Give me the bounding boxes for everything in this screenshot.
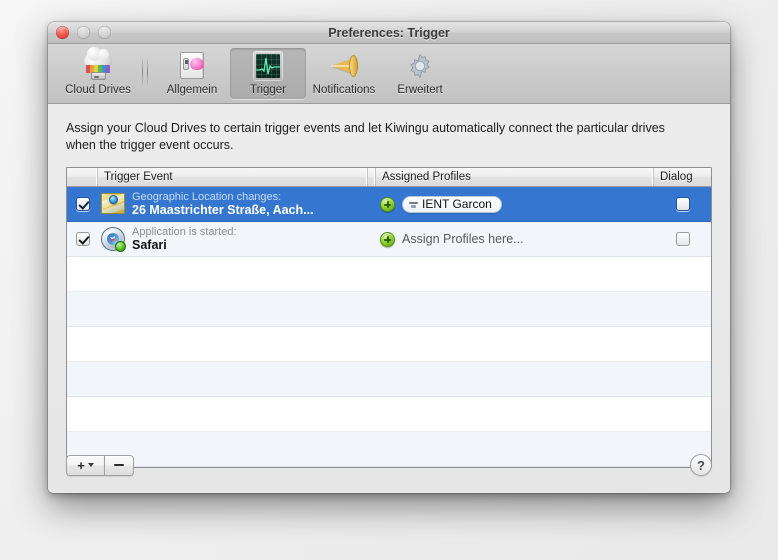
enabled-checkbox[interactable] <box>75 232 90 246</box>
add-profile-button[interactable] <box>380 231 395 247</box>
add-profile-button[interactable] <box>380 196 395 212</box>
add-trigger-label: + <box>77 457 85 473</box>
add-remove-segmented-control: + <box>66 454 134 476</box>
profiles-placeholder: Assign Profiles here... <box>402 232 524 246</box>
row-event-cell: Geographic Location changes: 26 Maastric… <box>98 187 368 221</box>
row-profiles-cell[interactable]: Assign Profiles here... <box>376 222 654 256</box>
table-empty-row <box>67 327 711 362</box>
column-header-spacer <box>368 168 376 186</box>
row-enabled-cell[interactable] <box>67 222 98 256</box>
toolbar-label-cloud-drives: Cloud Drives <box>65 84 131 96</box>
cloud-drives-icon <box>82 47 114 82</box>
intro-text: Assign your Cloud Drives to certain trig… <box>66 121 665 152</box>
event-title: 26 Maastrichter Straße, Aach... <box>132 203 314 217</box>
toolbar-label-allgemein: Allgemein <box>166 84 218 96</box>
close-button[interactable] <box>56 26 69 39</box>
toolbar-separator <box>136 52 154 92</box>
chevron-down-icon <box>87 463 94 467</box>
dialog-checkbox[interactable] <box>675 232 690 246</box>
help-button[interactable]: ? <box>690 454 712 476</box>
window-title: Preferences: Trigger <box>328 26 450 40</box>
toolbar-item-notifications[interactable]: Notifications <box>306 48 382 99</box>
toolbar-label-trigger: Trigger <box>250 84 286 96</box>
row-dialog-cell[interactable] <box>654 187 711 221</box>
column-header-enabled[interactable] <box>67 168 98 186</box>
general-icon <box>176 50 208 82</box>
toolbar-item-allgemein[interactable]: Allgemein <box>154 48 230 99</box>
row-dialog-cell[interactable] <box>654 222 711 256</box>
disk-drive-icon <box>409 200 418 209</box>
map-location-icon <box>100 191 126 217</box>
table-body: Geographic Location changes: 26 Maastric… <box>67 187 711 467</box>
preferences-toolbar: Cloud Drives Allgemein Trigger Notificat… <box>48 44 730 104</box>
row-profiles-cell[interactable]: IENT Garcon <box>376 187 654 221</box>
toolbar-item-trigger[interactable]: Trigger <box>230 48 306 99</box>
column-header-dialog[interactable]: Dialog <box>654 168 711 186</box>
column-header-trigger-event[interactable]: Trigger Event <box>98 168 368 186</box>
minus-icon <box>114 464 124 466</box>
trigger-icon <box>252 50 284 82</box>
safari-app-icon <box>100 226 126 252</box>
table-bottom-bar: + ? <box>66 438 712 492</box>
toolbar-item-erweitert[interactable]: Erweitert <box>382 48 458 99</box>
row-spacer <box>368 187 376 221</box>
preferences-content: Assign your Cloud Drives to certain trig… <box>48 104 730 492</box>
table-empty-row <box>67 257 711 292</box>
trigger-table: Trigger Event Assigned Profiles Dialog G… <box>66 167 712 468</box>
dialog-checkbox[interactable] <box>675 197 690 211</box>
add-trigger-button[interactable]: + <box>66 454 104 476</box>
toolbar-label-erweitert: Erweitert <box>397 84 443 96</box>
advanced-icon <box>404 50 436 82</box>
table-row[interactable]: Application is started: Safari Assign Pr… <box>67 222 711 257</box>
profile-token[interactable]: IENT Garcon <box>402 195 502 213</box>
table-empty-row <box>67 292 711 327</box>
table-empty-row <box>67 362 711 397</box>
table-header-row: Trigger Event Assigned Profiles Dialog <box>67 168 711 187</box>
row-enabled-cell[interactable] <box>67 187 98 221</box>
toolbar-label-notifications: Notifications <box>312 84 376 96</box>
toolbar-item-cloud-drives[interactable]: Cloud Drives <box>60 47 136 99</box>
enabled-checkbox[interactable] <box>75 197 90 211</box>
table-row[interactable]: Geographic Location changes: 26 Maastric… <box>67 187 711 222</box>
profile-token-label: IENT Garcon <box>422 197 492 211</box>
zoom-button[interactable] <box>98 26 111 39</box>
column-header-assigned-profiles[interactable]: Assigned Profiles <box>376 168 654 186</box>
preferences-window: Preferences: Trigger Cloud Drives Allgem… <box>48 22 730 493</box>
row-spacer <box>368 222 376 256</box>
event-title: Safari <box>132 238 167 252</box>
minimize-button[interactable] <box>77 26 90 39</box>
remove-trigger-button[interactable] <box>104 454 134 476</box>
notifications-icon <box>328 50 360 82</box>
window-titlebar: Preferences: Trigger <box>48 22 730 44</box>
window-controls <box>56 26 111 39</box>
row-event-cell: Application is started: Safari <box>98 222 368 256</box>
table-empty-row <box>67 397 711 432</box>
